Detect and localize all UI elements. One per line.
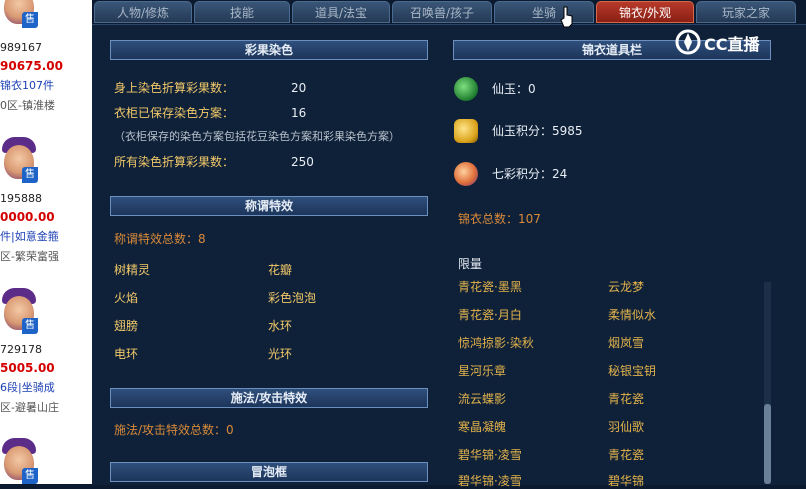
sold-badge: 售 [22, 12, 38, 28]
tab-bar: 人物/修炼 技能 道具/法宝 召唤兽/孩子 坐骑 锦衣/外观 玩家之家 [92, 0, 806, 24]
cast-effects-total: 施法/攻击特效总数：0 [114, 423, 234, 437]
title-effect-item: 树精灵 [114, 263, 151, 277]
outfit-total: 锦衣总数：107 [458, 212, 541, 226]
jade-points-icon [454, 119, 478, 143]
listing-server: 0区-镇淮楼 [0, 99, 55, 112]
title-effect-item: 翅膀 [114, 319, 139, 333]
tab-character[interactable]: 人物/修炼 [94, 1, 192, 23]
cc-live-logo: CC直播 [674, 28, 786, 56]
avatar[interactable]: 售 [0, 288, 38, 334]
limited-item: 秘银宝钥 [608, 364, 657, 378]
dye-note: （衣柜保存的染色方案包括花豆染色方案和彩果染色方案） [114, 130, 400, 143]
tab-mounts[interactable]: 坐骑 [494, 1, 594, 23]
listing-extra[interactable]: 件|如意金箍 [0, 230, 59, 244]
jade-count: 仙玉：0 [492, 82, 536, 96]
listing-id: 195888 [0, 192, 42, 205]
limited-item: 寒晶凝魄 [458, 420, 507, 434]
limited-item: 羽仙歌 [608, 420, 645, 434]
listing-price: 0000.00 [0, 210, 55, 224]
title-effect-item: 火焰 [114, 291, 139, 305]
limited-item: 青花瓷·墨黑 [458, 280, 522, 294]
limited-item: 碧华锦 [608, 474, 645, 488]
listing-server: 区-繁荣富强 [0, 250, 59, 263]
dye-value: 20 [291, 81, 307, 95]
logo-text: CC直播 [704, 35, 760, 54]
rainbow-points-icon [454, 162, 478, 186]
title-effect-item: 水环 [268, 319, 293, 333]
limited-item: 星河乐章 [458, 364, 507, 378]
avatar[interactable]: 售 [0, 137, 38, 183]
avatar[interactable]: 售 [0, 438, 38, 484]
cast-effects-header: 施法/攻击特效 [110, 388, 428, 408]
listing-extra[interactable]: 锦衣107件 [0, 79, 54, 93]
listing-price: 90675.00 [0, 59, 64, 73]
limited-item: 青花瓷 [608, 448, 645, 462]
title-effects-header: 称谓特效 [110, 196, 428, 216]
dye-label: 身上染色折算彩果数： [114, 81, 235, 95]
listing-id: 989167 [0, 41, 42, 54]
cc-logo-icon [675, 29, 701, 55]
tab-pets[interactable]: 召唤兽/孩子 [392, 1, 492, 23]
dye-total-label: 所有染色折算彩果数： [114, 155, 235, 169]
limited-item: 流云蝶影 [458, 392, 507, 406]
limited-item: 惊鸿掠影·染秋 [458, 336, 534, 350]
dye-total-value: 250 [291, 155, 314, 169]
listing-extra[interactable]: 6段|坐骑成 [0, 381, 55, 395]
sold-badge: 售 [22, 167, 38, 183]
limited-item: 青花瓷·月白 [458, 308, 522, 322]
limited-label: 限量 [458, 257, 483, 271]
sold-badge: 售 [22, 468, 38, 484]
jade-points: 仙玉积分：5985 [492, 124, 583, 138]
tab-outfits[interactable]: 锦衣/外观 [596, 1, 694, 23]
listing-sidebar: 售 989167 90675.00 锦衣107件 0区-镇淮楼 售 195888… [0, 0, 92, 484]
dye-value: 16 [291, 106, 307, 120]
title-effect-item: 电环 [114, 347, 139, 361]
limited-item: 烟岚雪 [608, 336, 645, 350]
limited-item: 云龙梦 [608, 280, 645, 294]
title-effect-item: 彩色泡泡 [268, 291, 317, 305]
limited-item: 碧华锦·凌雪 [458, 448, 522, 462]
rainbow-points: 七彩积分：24 [492, 167, 568, 181]
outfit-panel: 彩果染色 身上染色折算彩果数： 20 衣柜已保存染色方案： 16 （衣柜保存的染… [92, 24, 806, 488]
hand-cursor-icon [560, 6, 573, 28]
tab-home[interactable]: 玩家之家 [696, 1, 796, 23]
listing-id: 729178 [0, 343, 42, 356]
title-effects-total: 称谓特效总数：8 [114, 232, 206, 246]
scrollbar-thumb[interactable] [764, 404, 771, 484]
dye-label: 衣柜已保存染色方案： [114, 106, 235, 120]
title-effect-item: 光环 [268, 347, 293, 361]
avatar[interactable]: 售 [0, 0, 38, 28]
limited-item: 柔情似水 [608, 308, 657, 322]
limited-item: 青花瓷 [608, 392, 645, 406]
tab-items[interactable]: 道具/法宝 [292, 1, 390, 23]
listing-server: 区-避暑山庄 [0, 401, 59, 414]
limited-list-scrollbar[interactable] [764, 282, 771, 484]
tab-skills[interactable]: 技能 [194, 1, 290, 23]
jade-icon [454, 77, 478, 101]
dye-header: 彩果染色 [110, 40, 428, 60]
sold-badge: 售 [22, 318, 38, 334]
limited-item: 碧华锦·凌雪 [458, 474, 522, 488]
bubble-header: 冒泡框 [110, 462, 428, 482]
title-effect-item: 花瓣 [268, 263, 293, 277]
listing-price: 5005.00 [0, 361, 55, 375]
